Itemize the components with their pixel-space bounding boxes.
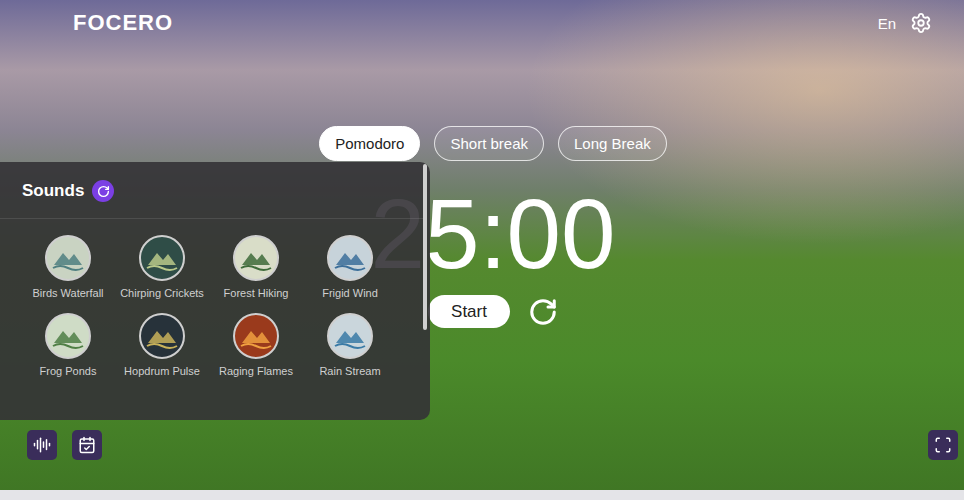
sound-thumbnail (327, 235, 373, 281)
sound-label: Raging Flames (219, 365, 293, 377)
sound-label: Rain Stream (319, 365, 380, 377)
sound-item[interactable]: Hopdrum Pulse (115, 313, 209, 377)
sounds-title: Sounds (22, 181, 84, 201)
sound-scene-icon (333, 319, 367, 353)
sound-scene-icon (239, 241, 273, 275)
fullscreen-button[interactable] (928, 430, 958, 460)
reset-icon (528, 297, 558, 327)
sound-label: Birds Waterfall (32, 287, 103, 299)
settings-button[interactable] (910, 12, 932, 34)
logo[interactable]: FOCERO (73, 10, 173, 36)
sound-item[interactable]: Frog Ponds (21, 313, 115, 377)
bottom-strip (0, 490, 964, 500)
sound-label: Chirping Crickets (120, 287, 204, 299)
sound-label: Frog Ponds (40, 365, 97, 377)
start-button[interactable]: Start (428, 295, 510, 328)
sound-thumbnail (45, 313, 91, 359)
tasks-button[interactable] (72, 430, 102, 460)
mode-tab[interactable]: Long Break (558, 126, 667, 161)
sound-item[interactable]: Rain Stream (303, 313, 397, 377)
sound-label: Frigid Wind (322, 287, 378, 299)
sound-scene-icon (333, 241, 367, 275)
sound-label: Hopdrum Pulse (124, 365, 200, 377)
waveform-icon (33, 436, 51, 454)
sound-item[interactable]: Frigid Wind (303, 235, 397, 299)
sound-scene-icon (145, 241, 179, 275)
sound-scene-icon (51, 319, 85, 353)
gear-icon (910, 12, 932, 34)
top-bar: FOCERO En (0, 0, 964, 46)
sound-scene-icon (51, 241, 85, 275)
focus-page: FOCEROEnPomodoroShort breakLong Break25:… (0, 0, 964, 500)
sound-thumbnail (45, 235, 91, 281)
bottom-tools (27, 430, 102, 460)
scroll-thumb[interactable] (423, 164, 427, 330)
sound-item[interactable]: Chirping Crickets (115, 235, 209, 299)
sound-thumbnail (327, 313, 373, 359)
sound-thumbnail (139, 235, 185, 281)
sound-thumbnail (233, 313, 279, 359)
sounds-header: Sounds (0, 162, 423, 219)
mode-tabs: Pomodoro Short break Long Break (319, 126, 667, 161)
sound-item[interactable]: Raging Flames (209, 313, 303, 377)
sound-item[interactable]: Birds Waterfall (21, 235, 115, 299)
timer-controls: Start (428, 295, 558, 328)
sounds-panel: Sounds Birds Waterfall Chirping Crickets Fo… (0, 162, 430, 420)
refresh-icon (97, 185, 110, 198)
sound-item[interactable]: Forest Hiking (209, 235, 303, 299)
sound-scene-icon (145, 319, 179, 353)
sound-label: Forest Hiking (224, 287, 289, 299)
mode-tab[interactable]: Pomodoro (319, 126, 420, 161)
sound-thumbnail (233, 235, 279, 281)
bottom-bar (0, 430, 964, 490)
sounds-content: Sounds Birds Waterfall Chirping Crickets Fo… (0, 162, 423, 420)
mode-tab[interactable]: Short break (434, 126, 544, 161)
calendar-check-icon (78, 436, 96, 454)
sounds-button[interactable] (27, 430, 57, 460)
language-selector[interactable]: En (878, 15, 896, 32)
sound-thumbnail (139, 313, 185, 359)
fullscreen-icon (934, 436, 952, 454)
header-actions: En (878, 12, 932, 34)
sound-grid: Birds Waterfall Chirping Crickets Forest H… (0, 219, 423, 377)
scrollbar (423, 162, 430, 420)
reset-button[interactable] (528, 297, 558, 327)
refresh-button[interactable] (92, 180, 114, 202)
sound-scene-icon (239, 319, 273, 353)
